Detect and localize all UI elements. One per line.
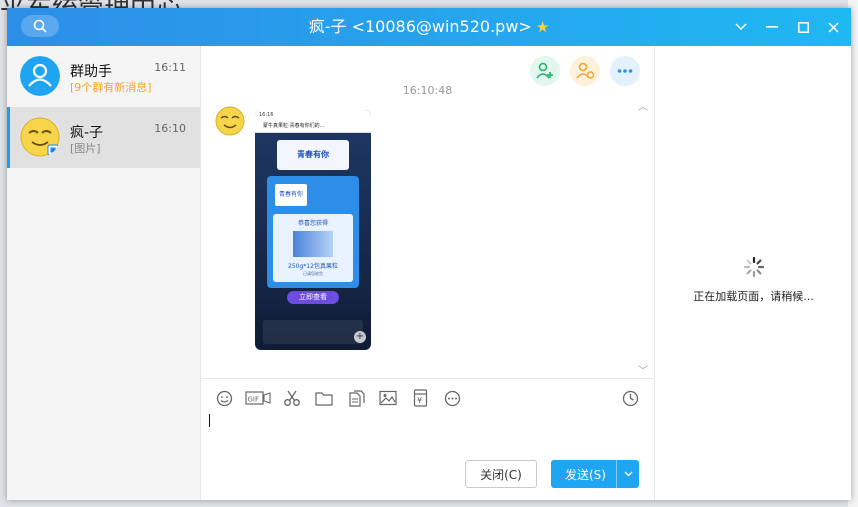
- gif-label: GIF: [248, 396, 260, 404]
- contact-time: 16:11: [154, 61, 186, 74]
- window-title: 疯-子 <10086@win520.pw> ★: [7, 8, 851, 46]
- close-icon: [827, 21, 839, 33]
- image-message[interactable]: 16:16 蒙牛真果粒·青春有你们的... 青春有你 青春有你 恭喜您获得 25…: [255, 110, 371, 350]
- folder-icon: [315, 391, 333, 406]
- red-packet-button[interactable]: ¥: [409, 388, 431, 408]
- image-prize-title: 恭喜您获得: [297, 220, 328, 227]
- clock-icon: [622, 390, 638, 406]
- more-tools-button[interactable]: [441, 388, 463, 408]
- active-indicator: [7, 107, 10, 168]
- gif-icon: GIF: [245, 391, 271, 405]
- chat-panel: 16:10:48 ︿ 16:16 蒙牛真果粒·青春有你们的... 青春有你 青春…: [201, 46, 654, 500]
- star-icon: ★: [535, 18, 550, 36]
- send-options-button[interactable]: [616, 460, 639, 488]
- image-popup-logo: 青春有你: [275, 184, 307, 206]
- close-button[interactable]: [818, 8, 848, 46]
- image-status-bar: 16:16: [255, 110, 371, 120]
- contact-item-group-assistant[interactable]: 群助手 16:11 [9个群有新消息]: [7, 46, 200, 107]
- send-button-label: 发送(S): [565, 467, 606, 482]
- svg-text:¥: ¥: [417, 396, 422, 405]
- more-circle-icon: [444, 390, 460, 406]
- input-toolbar: GIF ¥: [213, 388, 463, 408]
- add-user-icon: [536, 62, 553, 79]
- share-contact-button[interactable]: [570, 56, 600, 86]
- user-share-icon: [576, 62, 595, 79]
- image-footer-card: [263, 320, 363, 344]
- window-title-text: 疯-子 <10086@win520.pw>: [308, 17, 532, 36]
- image-prize-note: 已请您收货: [303, 271, 323, 276]
- send-button[interactable]: 发送(S): [551, 460, 639, 488]
- image-popup: 青春有你 恭喜您获得 250g*12包真果粒 已请您收货: [267, 176, 359, 288]
- fengzi-avatar: [20, 117, 60, 157]
- input-divider: [201, 378, 654, 379]
- more-dots-icon: [617, 69, 633, 73]
- history-button[interactable]: [619, 388, 641, 408]
- contact-subtitle: [图片]: [70, 142, 101, 155]
- message-timestamp: 16:10:48: [402, 84, 453, 97]
- image-button[interactable]: [377, 388, 399, 408]
- image-icon: [379, 390, 397, 406]
- maximize-button[interactable]: [788, 8, 818, 46]
- image-prize-product: [293, 231, 333, 257]
- more-options-button[interactable]: [610, 56, 640, 86]
- loading-text: 正在加载页面，请稍候...: [693, 290, 814, 303]
- close-chat-button[interactable]: 关闭(C): [465, 460, 537, 488]
- minimize-icon: [766, 26, 778, 28]
- chevron-down-icon: [735, 23, 747, 31]
- file-button[interactable]: [345, 388, 367, 408]
- spinner-icon: [743, 256, 764, 278]
- contact-name: 疯-子: [70, 125, 104, 141]
- side-panel: 正在加载页面，请稍候...: [654, 46, 851, 500]
- screenshot-button[interactable]: [281, 388, 303, 408]
- image-prize-card: 恭喜您获得 250g*12包真果粒 已请您收货: [273, 214, 353, 282]
- sender-avatar: [215, 106, 245, 136]
- title-bar[interactable]: 疯-子 <10086@win520.pw> ★: [7, 8, 851, 46]
- image-banner: 青春有你: [277, 140, 349, 170]
- minimize-button[interactable]: [757, 8, 787, 46]
- image-cta-button: 立即查看: [287, 291, 339, 304]
- red-packet-icon: ¥: [413, 389, 427, 407]
- maximize-icon: [797, 21, 809, 33]
- contact-item-fengzi[interactable]: 疯-子 16:10 [图片]: [7, 107, 200, 168]
- folder-button[interactable]: [313, 388, 335, 408]
- scroll-down-icon[interactable]: ﹀: [638, 362, 648, 377]
- chevron-down-icon: [624, 471, 632, 477]
- contact-list: 群助手 16:11 [9个群有新消息] 疯-子 16:10 [图片]: [7, 46, 201, 500]
- file-icon: [348, 389, 365, 407]
- loading-indicator: 正在加载页面，请稍候...: [655, 256, 851, 304]
- scroll-up-icon[interactable]: ︿: [638, 98, 648, 113]
- emoji-button[interactable]: [213, 388, 235, 408]
- message-input[interactable]: [205, 412, 649, 462]
- contact-time: 16:10: [154, 122, 186, 135]
- chat-action-bar: [530, 56, 640, 86]
- scissors-icon: [284, 390, 300, 406]
- add-friend-button[interactable]: [530, 56, 560, 86]
- plus-icon: +: [354, 331, 366, 343]
- emoji-icon: [216, 390, 232, 406]
- dropdown-button[interactable]: [726, 8, 756, 46]
- contact-name: 群助手: [70, 64, 112, 80]
- gif-button[interactable]: GIF: [245, 388, 271, 408]
- group-assistant-avatar: [20, 56, 60, 96]
- image-page-title: 蒙牛真果粒·青春有你们的...: [255, 120, 371, 133]
- chat-window: 疯-子 <10086@win520.pw> ★ 群助手 16:11 [9个群有新消…: [7, 8, 851, 500]
- text-cursor: [209, 414, 210, 427]
- contact-subtitle: [9个群有新消息]: [70, 81, 152, 94]
- image-prize-desc: 250g*12包真果粒: [288, 263, 338, 270]
